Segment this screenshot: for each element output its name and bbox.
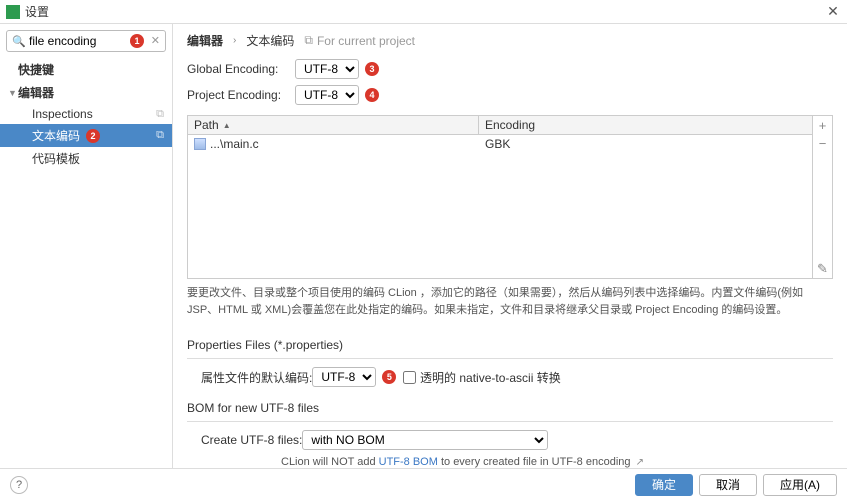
chevron-right-icon: ›: [233, 35, 236, 46]
apply-button[interactable]: 应用(A): [763, 474, 837, 496]
encoding-table: Path▲ Encoding ...\main.c GBK + − ✎: [187, 115, 833, 279]
edit-icon[interactable]: ✎: [814, 260, 832, 278]
file-icon: [194, 138, 206, 150]
table-row[interactable]: ...\main.c GBK: [188, 135, 812, 153]
global-encoding-label: Global Encoding:: [187, 62, 295, 76]
app-icon: [6, 5, 20, 19]
sidebar: 🔍 ✕ 1 快捷键 ▼编辑器 Inspections⧉ 文本编码2⧉ 代码模板: [0, 24, 173, 468]
badge-5: 5: [382, 370, 396, 384]
breadcrumb: 编辑器 › 文本编码 ⧉For current project: [187, 32, 833, 49]
native-to-ascii-label: 透明的 native-to-ascii 转换: [420, 369, 561, 386]
global-encoding-select[interactable]: UTF-8: [295, 59, 359, 79]
dialog-footer: ? 确定 取消 应用(A): [0, 468, 847, 500]
sidebar-item-file-encodings[interactable]: 文本编码2⧉: [0, 124, 172, 147]
window-title: 设置: [25, 3, 825, 20]
column-path[interactable]: Path▲: [188, 116, 479, 134]
badge-1: 1: [130, 34, 144, 48]
sidebar-item-editor[interactable]: ▼编辑器: [0, 81, 172, 104]
properties-encoding-label: 属性文件的默认编码:: [201, 369, 312, 386]
column-encoding[interactable]: Encoding: [479, 116, 812, 134]
bom-section-title: BOM for new UTF-8 files: [187, 401, 833, 415]
utf8-bom-link[interactable]: UTF-8 BOM: [379, 456, 438, 468]
external-link-icon: ↗: [636, 457, 644, 468]
add-icon[interactable]: +: [814, 116, 832, 134]
sidebar-item-code-templates[interactable]: 代码模板: [0, 147, 172, 170]
description-text: 要更改文件、目录或整个项目使用的编码 CLion ，添加它的路径（如果需要），然…: [187, 285, 833, 320]
cancel-button[interactable]: 取消: [699, 474, 757, 496]
properties-encoding-select[interactable]: UTF-8: [312, 367, 376, 387]
badge-2: 2: [86, 129, 100, 143]
badge-3: 3: [365, 62, 379, 76]
sidebar-item-inspections[interactable]: Inspections⧉: [0, 104, 172, 124]
project-encoding-label: Project Encoding:: [187, 88, 295, 102]
content-panel: 编辑器 › 文本编码 ⧉For current project Global E…: [173, 24, 847, 468]
native-to-ascii-checkbox[interactable]: [403, 371, 416, 384]
clear-icon[interactable]: ✕: [151, 34, 160, 47]
bom-hint: CLion will NOT add UTF-8 BOM to every cr…: [281, 456, 833, 468]
sidebar-item-keymap[interactable]: 快捷键: [0, 58, 172, 81]
close-icon[interactable]: ✕: [825, 3, 841, 20]
settings-tree: 快捷键 ▼编辑器 Inspections⧉ 文本编码2⧉ 代码模板: [0, 58, 172, 170]
copy-icon: ⧉: [156, 129, 164, 142]
badge-4: 4: [365, 88, 379, 102]
search-icon: 🔍: [12, 35, 26, 48]
copy-icon: ⧉: [304, 33, 313, 48]
properties-section-title: Properties Files (*.properties): [187, 338, 833, 352]
create-utf8-label: Create UTF-8 files:: [201, 433, 302, 447]
remove-icon[interactable]: −: [814, 134, 832, 152]
create-utf8-select[interactable]: with NO BOM: [302, 430, 548, 450]
copy-icon: ⧉: [156, 108, 164, 121]
ok-button[interactable]: 确定: [635, 474, 693, 496]
sort-asc-icon: ▲: [223, 121, 231, 130]
project-scope-label: ⧉For current project: [304, 33, 415, 48]
titlebar: 设置 ✕: [0, 0, 847, 24]
project-encoding-select[interactable]: UTF-8: [295, 85, 359, 105]
help-icon[interactable]: ?: [10, 476, 28, 494]
